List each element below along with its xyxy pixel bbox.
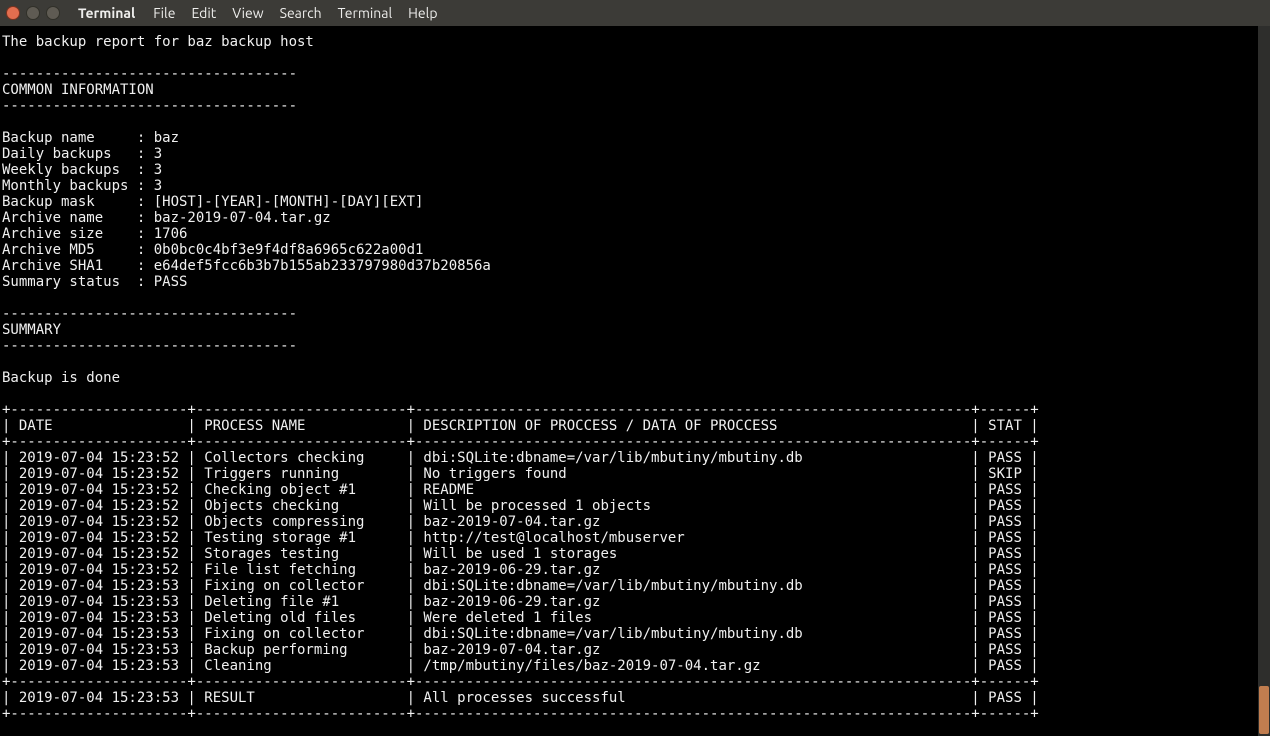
menu-search[interactable]: Search	[280, 5, 322, 21]
window-minimize-icon[interactable]	[26, 6, 40, 20]
window-close-icon[interactable]	[6, 6, 20, 20]
menu-view[interactable]: View	[232, 5, 263, 21]
menu-edit[interactable]: Edit	[191, 5, 216, 21]
terminal-text: The backup report for baz backup host --…	[2, 34, 1039, 722]
scrollbar-thumb[interactable]	[1259, 686, 1269, 734]
menu-terminal[interactable]: Terminal	[338, 5, 393, 21]
window-maximize-icon[interactable]	[46, 6, 60, 20]
window-titlebar: Terminal File Edit View Search Terminal …	[0, 0, 1270, 26]
terminal-output[interactable]: The backup report for baz backup host --…	[0, 26, 1270, 736]
menubar: File Edit View Search Terminal Help	[153, 5, 437, 21]
scrollbar[interactable]	[1258, 26, 1270, 736]
menu-help[interactable]: Help	[408, 5, 437, 21]
app-name: Terminal	[78, 5, 135, 21]
menu-file[interactable]: File	[153, 5, 175, 21]
